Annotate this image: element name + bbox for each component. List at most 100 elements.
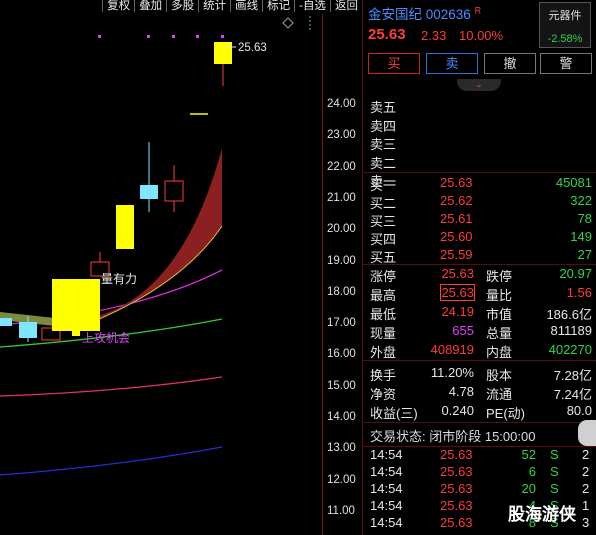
- tick-volume: 20: [521, 481, 536, 496]
- tick-count: 2: [582, 464, 590, 479]
- toolbar-item[interactable]: 复权: [102, 0, 134, 12]
- watermark-text: 股海游侠: [508, 505, 576, 524]
- stat-value: 25.63: [441, 266, 474, 281]
- sector-box[interactable]: 元器件 -2.58%: [539, 2, 591, 48]
- stat-label: 内盘: [486, 345, 513, 360]
- candles: [0, 42, 232, 342]
- chart-toolbar: 复权 叠加 多股 统计 画线 标记 -自选 返回: [0, 0, 362, 14]
- buy-level-row[interactable]: 买一 25.63 45081: [368, 175, 596, 194]
- sector-name: 元器件: [548, 10, 582, 22]
- ma-line-pink: [0, 376, 223, 397]
- book-separator: [363, 172, 596, 173]
- tick-side: S: [550, 481, 559, 496]
- price-change: 2.33: [421, 28, 447, 43]
- stat-row: 最低 24.19 市值 186.6亿: [368, 304, 596, 323]
- y-tick-label: 22.00: [327, 160, 356, 173]
- tick-time: 14:54: [370, 481, 403, 496]
- r-badge: R: [474, 5, 482, 16]
- scroll-tab[interactable]: [578, 420, 596, 446]
- sell-level-row[interactable]: 卖五: [368, 97, 596, 116]
- candlestick-chart[interactable]: 25.63 量有力 上攻机会: [0, 0, 362, 535]
- buy-level-row[interactable]: 买二 25.62 322: [368, 193, 596, 212]
- sell-level-row[interactable]: 卖三: [368, 134, 596, 153]
- sell-level-row[interactable]: 卖四: [368, 116, 596, 135]
- stat-label: PE(动): [486, 406, 526, 421]
- stat-label: 现量: [370, 326, 397, 341]
- stats-separator: [363, 264, 596, 265]
- toolbar-item[interactable]: 画线: [230, 0, 262, 12]
- y-tick-label: 19.00: [327, 254, 356, 267]
- price-change-percent: 10.00%: [459, 28, 504, 43]
- sell-level-row[interactable]: 卖二: [368, 153, 596, 172]
- buy-button[interactable]: 买: [368, 53, 420, 74]
- stat-value: 20.97: [559, 266, 592, 281]
- buy-level-volume: 45081: [555, 175, 592, 190]
- quote-panel: 金安国纪 002636 R 元器件 -2.58% 25.63 2.33 10.0…: [363, 0, 596, 535]
- sell-level-label: 卖二: [370, 155, 397, 171]
- stat-label: 净资: [370, 387, 397, 402]
- buy-level-label: 买二: [370, 196, 397, 211]
- stat-label: 总量: [486, 326, 513, 341]
- stat-value: 7.24亿: [553, 387, 592, 402]
- stat-label: 股本: [486, 368, 513, 383]
- stock-header[interactable]: 金安国纪 002636 R: [368, 3, 481, 23]
- stat-value: 24.19: [441, 304, 474, 319]
- buy-level-price: 25.60: [440, 229, 473, 244]
- buy-level-row[interactable]: 买四 25.60 149: [368, 229, 596, 248]
- toolbar-item[interactable]: 标记: [262, 0, 294, 12]
- toolbar-item[interactable]: 多股: [166, 0, 198, 12]
- tick-side: S: [550, 464, 559, 479]
- tick-count: 2: [582, 481, 590, 496]
- buy-level-row[interactable]: 买三 25.61 78: [368, 211, 596, 230]
- cancel-order-button[interactable]: 撤: [484, 53, 536, 74]
- tick-count: 2: [582, 447, 590, 462]
- buy-level-price: 25.61: [440, 211, 473, 226]
- tick-count: 3: [582, 515, 590, 530]
- toolbar-item[interactable]: 统计: [198, 0, 230, 12]
- buy-level-price: 25.59: [440, 247, 473, 262]
- sector-change: -2.58%: [547, 33, 583, 45]
- y-tick-label: 12.00: [327, 473, 356, 486]
- y-tick-label: 11.00: [327, 504, 355, 517]
- y-tick-label: 21.00: [327, 191, 356, 204]
- tick-price: 25.63: [440, 447, 473, 462]
- stat-value: 811189: [550, 323, 592, 338]
- stat-label: 流通: [486, 387, 513, 402]
- buy-level-volume: 149: [570, 229, 592, 244]
- tick-price: 25.63: [440, 464, 473, 479]
- stat-row: 涨停 25.63 跌停 20.97: [368, 266, 596, 285]
- ma-line-blue: [0, 446, 223, 476]
- y-tick-label: 20.00: [327, 223, 356, 236]
- toolbar-item[interactable]: 叠加: [134, 0, 166, 12]
- y-tick-label: 13.00: [327, 442, 356, 455]
- stat-value: 1.56: [566, 285, 592, 300]
- stock-terminal-window: 25.63 量有力 上攻机会 复权 叠加 多股 统计 画线 标记 -自选 返回 24.00 23…: [0, 0, 596, 535]
- sell-level-label: 卖四: [370, 118, 397, 134]
- y-tick-label: 15.00: [327, 379, 356, 392]
- toolbar-item[interactable]: -自选: [294, 0, 330, 12]
- stat-value: 186.6亿: [546, 307, 592, 322]
- stat-row: 换手 11.20% 股本 7.28亿: [368, 365, 596, 384]
- collapse-chevron-icon[interactable]: ⌄: [457, 79, 501, 91]
- last-price: 25.63: [368, 26, 406, 43]
- y-tick-label: 16.00: [327, 348, 356, 361]
- stat-label: 量比: [486, 288, 513, 303]
- y-tick-label: 17.00: [327, 317, 356, 330]
- buy-level-price: 25.63: [440, 175, 473, 190]
- tick-time: 14:54: [370, 447, 403, 462]
- toolbar-item[interactable]: 返回: [330, 0, 362, 12]
- buy-level-label: 买一: [370, 178, 397, 193]
- tick-volume: 6: [528, 464, 536, 479]
- y-tick-label: 23.00: [327, 129, 356, 142]
- sell-button[interactable]: 卖: [426, 53, 478, 74]
- stat-value: 402270: [548, 342, 592, 357]
- stat-label: 涨停: [370, 269, 397, 284]
- tick-price: 25.63: [440, 498, 473, 513]
- sell-level-label: 卖五: [370, 100, 397, 115]
- buy-level-price: 25.62: [440, 193, 473, 208]
- stat-value: 655: [452, 323, 474, 338]
- alert-button[interactable]: 警: [540, 53, 592, 74]
- trade-buttons: 买 卖 撤 警: [368, 53, 593, 75]
- price-axis: 24.00 23.00 22.00 21.00 20.00 19.00 18.00 17.00…: [322, 14, 362, 535]
- signal-dots: [98, 35, 224, 38]
